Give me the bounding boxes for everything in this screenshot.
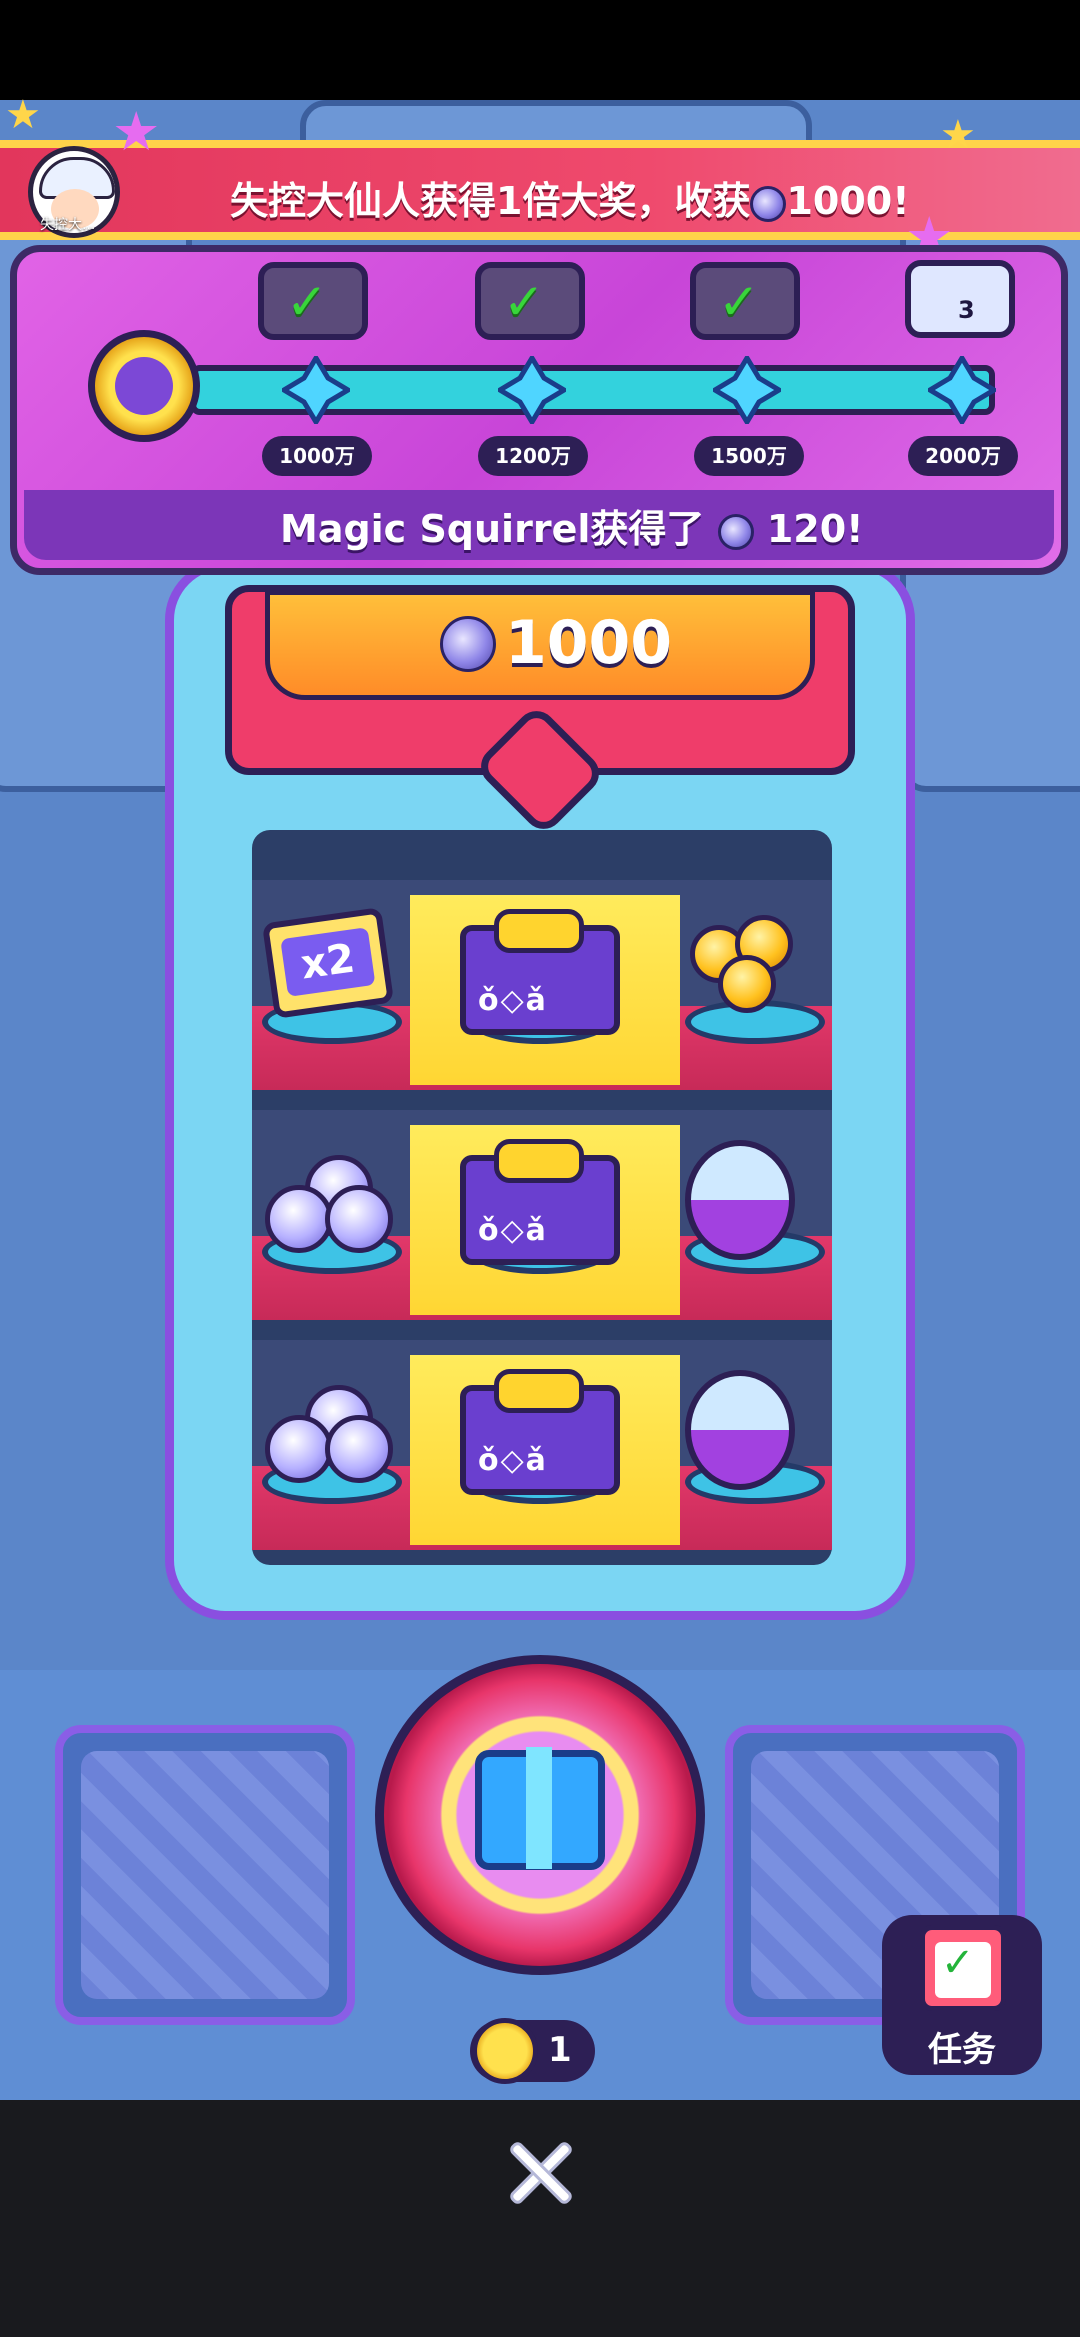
prize-sign: ǒ◇ǎ: [460, 909, 620, 1035]
coin-face: [115, 357, 173, 415]
prize-sign: ǒ◇ǎ: [460, 1369, 620, 1495]
gift-ribbon: [526, 1747, 552, 1869]
coin-badge-icon: [88, 330, 200, 442]
milestone-label-2: 1200万: [478, 436, 588, 476]
prize-sign: ǒ◇ǎ: [460, 1139, 620, 1265]
prize-sign-top: [494, 909, 584, 953]
prize-sign-top: [494, 1369, 584, 1413]
jackpot-value: 1000: [505, 608, 672, 678]
diamond-node-icon: [282, 356, 350, 424]
check-icon: ✓: [941, 1940, 975, 1986]
mystery-box-count: 3: [958, 296, 975, 324]
milestone-reward-2[interactable]: ✓: [475, 262, 585, 340]
prize-sign-symbols: ǒ◇ǎ: [478, 983, 548, 1018]
star-icon: ★: [5, 92, 41, 138]
star-icon: ★: [112, 100, 161, 163]
gem-orb: [325, 1185, 393, 1253]
diamond-node-icon: [713, 356, 781, 424]
check-icon: ✓: [718, 273, 760, 331]
diamond-node-icon: [498, 356, 566, 424]
window-glass: [81, 1751, 329, 1999]
gem-icon: [440, 616, 496, 672]
gem-icon: [750, 185, 787, 222]
reward-message: Magic Squirrel获得了 120!: [280, 498, 864, 553]
coin-icon: [472, 2018, 538, 2084]
x2-ticket-label: x2: [280, 927, 376, 997]
star-icon: ★: [940, 112, 976, 158]
banner-text: 失控大仙人获得1倍大奖，收获 1000!: [230, 170, 910, 225]
check-icon: ✓: [503, 273, 545, 331]
gold-balls-prize: [680, 915, 810, 1013]
prize-sign-symbols: ǒ◇ǎ: [478, 1213, 548, 1248]
milestone-label-3: 1500万: [694, 436, 804, 476]
milestone-reward-1[interactable]: ✓: [258, 262, 368, 340]
task-label: 任务: [928, 2030, 996, 2070]
avatar-name: 失控大...: [40, 217, 96, 233]
gem-icon: [717, 513, 754, 550]
gift-icon: [475, 1747, 605, 1870]
gold-ball: [718, 955, 776, 1013]
gem-cluster-prize: [265, 1385, 405, 1485]
close-button[interactable]: [500, 2133, 580, 2213]
reward-message-amount: 120!: [766, 507, 864, 551]
gem-orb: [325, 1415, 393, 1483]
prize-sign-top: [494, 1139, 584, 1183]
banner-text-main: 失控大仙人获得1倍大奖，收获: [230, 179, 751, 223]
milestone-label-1: 1000万: [262, 436, 372, 476]
diamond-node-icon: [928, 356, 996, 424]
coin-count: 1: [548, 2030, 572, 2070]
clipboard-icon: ✓: [920, 1925, 1006, 2011]
reward-message-text: Magic Squirrel获得了: [280, 507, 705, 551]
milestone-label-4: 2000万: [908, 436, 1018, 476]
capsule-prize: [685, 1370, 795, 1490]
milestone-reward-3[interactable]: ✓: [690, 262, 800, 340]
capsule-prize: [685, 1140, 795, 1260]
banner-amount: 1000!: [786, 179, 910, 223]
check-icon: ✓: [286, 273, 328, 331]
prize-sign-symbols: ǒ◇ǎ: [478, 1443, 548, 1478]
gem-cluster-prize: [265, 1155, 405, 1255]
gem-orb: [265, 1415, 333, 1483]
left-window: [55, 1725, 355, 2025]
gem-orb: [265, 1185, 333, 1253]
x2-ticket-prize: x2: [261, 907, 395, 1019]
